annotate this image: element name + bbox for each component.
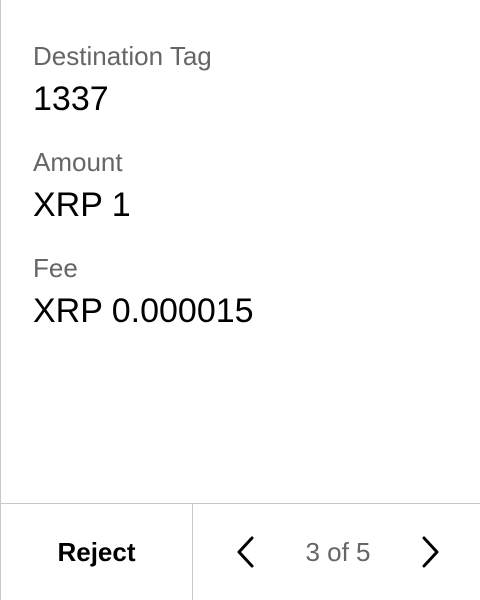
prev-page-button[interactable] bbox=[231, 532, 259, 572]
field-label: Amount bbox=[33, 147, 123, 177]
field-value: XRP 0.000015 bbox=[33, 292, 254, 330]
next-page-button[interactable] bbox=[417, 532, 445, 572]
chevron-left-icon bbox=[237, 536, 254, 568]
destination-tag-field: Destination Tag 1337 bbox=[33, 38, 460, 122]
transaction-review-screen: Destination Tag 1337 Amount XRP 1 Fee XR… bbox=[0, 0, 480, 600]
page-indicator: 3 of 5 bbox=[305, 536, 371, 567]
pagination: 3 of 5 bbox=[193, 504, 480, 600]
reject-button[interactable]: Reject bbox=[1, 504, 193, 600]
transaction-fields: Destination Tag 1337 Amount XRP 1 Fee XR… bbox=[33, 38, 460, 356]
field-label: Fee bbox=[33, 253, 78, 283]
field-value: XRP 1 bbox=[33, 186, 131, 224]
field-value: 1337 bbox=[33, 80, 109, 118]
fee-field: Fee XRP 0.000015 bbox=[33, 250, 460, 334]
footer-bar: Reject 3 of 5 bbox=[1, 503, 480, 600]
amount-field: Amount XRP 1 bbox=[33, 144, 460, 228]
field-label: Destination Tag bbox=[33, 41, 212, 71]
chevron-right-icon bbox=[422, 536, 439, 568]
